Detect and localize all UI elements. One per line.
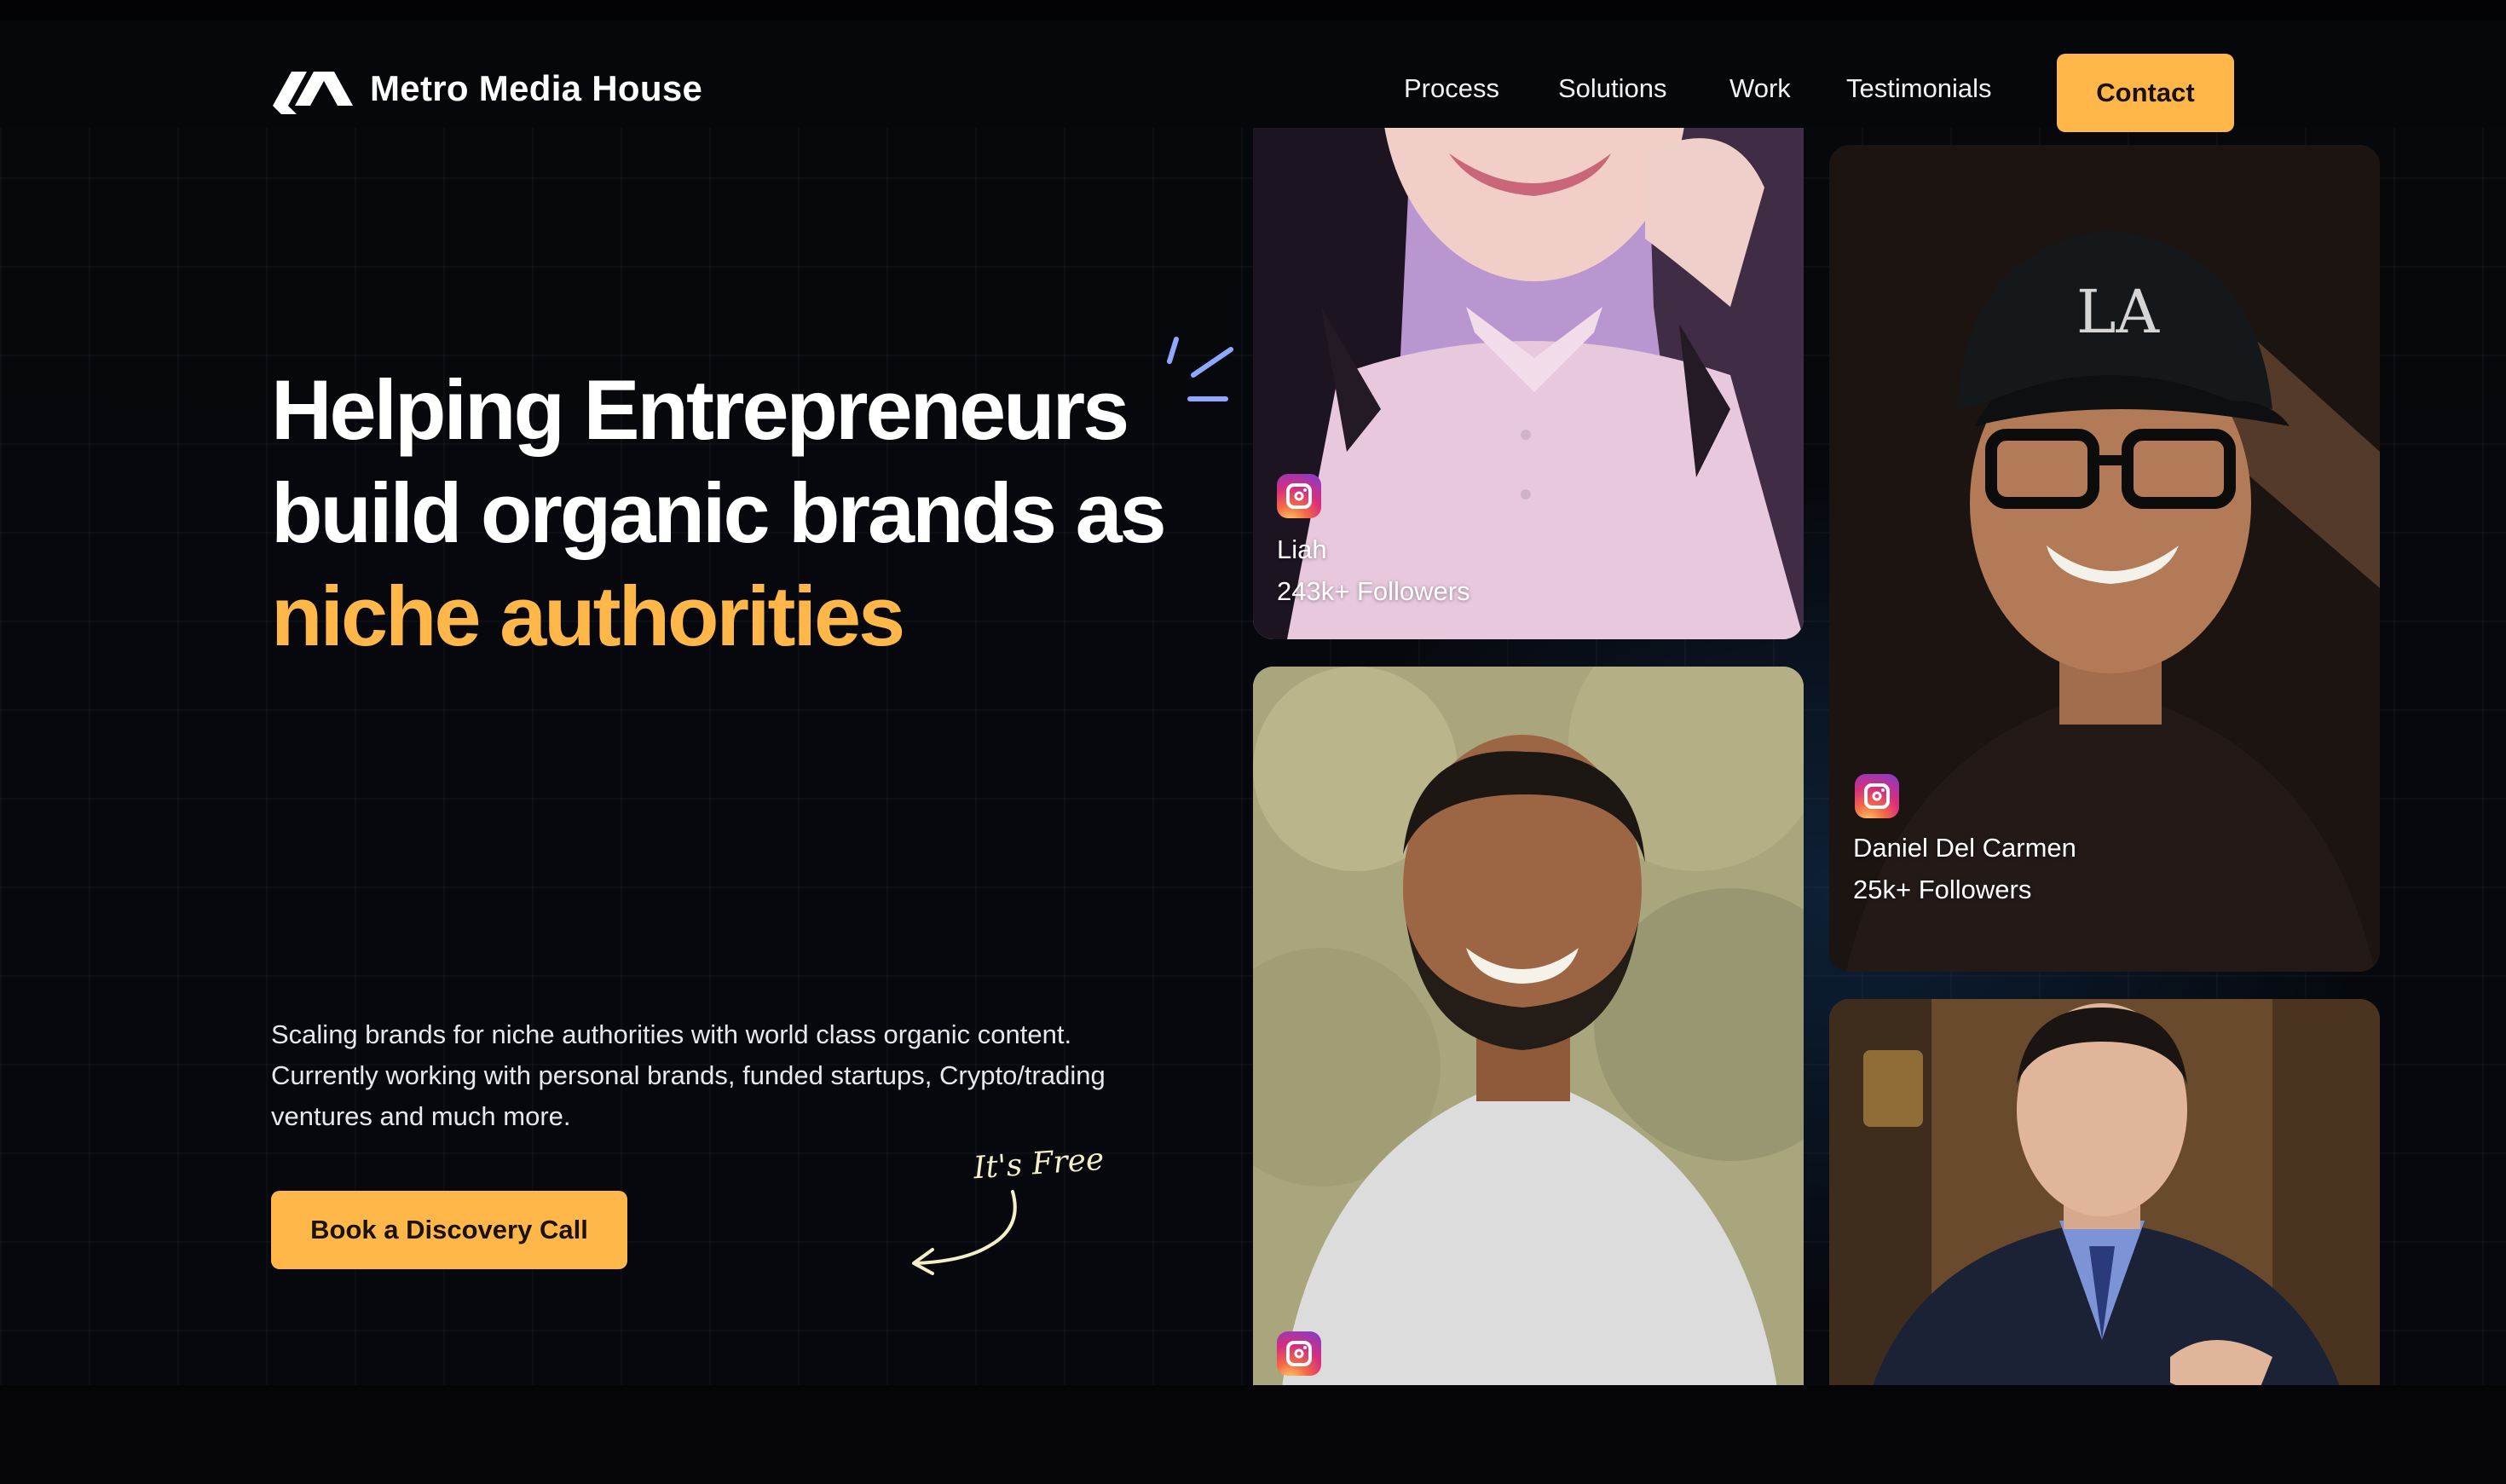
creator-card-liah[interactable]: Liah 243k+ Followers (1253, 51, 1804, 639)
contact-button[interactable]: Contact (2057, 54, 2234, 132)
nav-link-testimonials[interactable]: Testimonials (1846, 73, 1992, 104)
creator-caption: Daniel Del Carmen 25k+ Followers (1853, 827, 2076, 910)
nav-link-process[interactable]: Process (1404, 73, 1499, 104)
nav-link-work[interactable]: Work (1729, 73, 1791, 104)
sparkle-lines-icon (1167, 337, 1233, 401)
top-navigation: Metro Media House Process Solutions Work… (0, 20, 2506, 132)
creator-followers: 25k+ Followers (1853, 875, 2032, 904)
brand-name: Metro Media House (370, 68, 703, 108)
instagram-icon[interactable] (1855, 774, 1899, 818)
portrait-man-white-shirt (1253, 667, 1804, 1417)
creator-card-daniel[interactable]: LA Daniel Del Carmen 25k+ Followers (1829, 145, 2380, 972)
instagram-icon[interactable] (1277, 1331, 1321, 1376)
book-discovery-call-button[interactable]: Book a Discovery Call (271, 1191, 627, 1269)
creator-followers: 243k+ Followers (1277, 576, 1470, 606)
headline-line-2: build organic brands as (271, 465, 1167, 560)
headline-line-1: Helping Entrepreneurs (271, 362, 1129, 457)
svg-text:LA: LA (2076, 277, 2160, 347)
curved-arrow-icon (912, 1190, 1017, 1275)
brand-logo[interactable]: Metro Media House (273, 63, 702, 114)
nav-link-solutions[interactable]: Solutions (1558, 73, 1667, 104)
portrait-man-suit (1829, 999, 2380, 1417)
hero-subtext: Scaling brands for niche authorities wit… (271, 1019, 1106, 1131)
logo-mark-icon (273, 72, 353, 114)
bottom-edge (0, 1385, 2506, 1484)
headline-accent: niche authorities (271, 569, 905, 663)
creator-card-4[interactable] (1829, 999, 2380, 1417)
instagram-icon[interactable] (1277, 474, 1321, 518)
creator-name: Daniel Del Carmen (1853, 833, 2076, 863)
creator-caption: Liah 243k+ Followers (1277, 528, 1470, 612)
creator-name: Liah (1277, 534, 1327, 564)
creator-card-3[interactable] (1253, 667, 1804, 1417)
hero-headline: Helping Entrepreneurs build organic bran… (271, 358, 1167, 667)
top-edge (0, 0, 2506, 20)
